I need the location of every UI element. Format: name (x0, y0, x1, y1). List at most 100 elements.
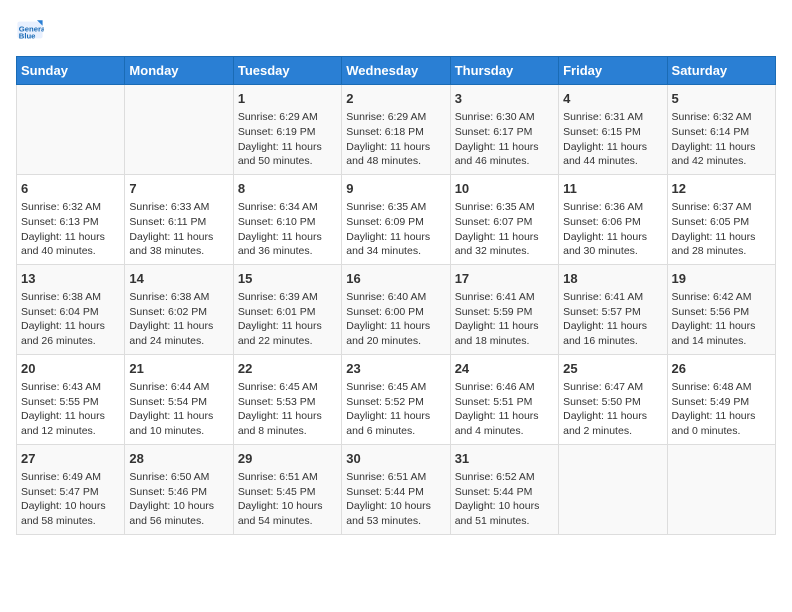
calendar-cell: 28Sunrise: 6:50 AMSunset: 5:46 PMDayligh… (125, 444, 233, 534)
calendar-cell: 21Sunrise: 6:44 AMSunset: 5:54 PMDayligh… (125, 354, 233, 444)
calendar-cell: 12Sunrise: 6:37 AMSunset: 6:05 PMDayligh… (667, 174, 775, 264)
calendar-cell: 31 Sunrise: 6:52 AMSunset: 5:44 PMDayligh… (450, 444, 558, 534)
calendar-cell: 6Sunrise: 6:32 AMSunset: 6:13 PMDaylight… (17, 174, 125, 264)
day-info-line: Sunrise: 6:48 AM (672, 380, 771, 395)
day-number: 31 (455, 450, 554, 468)
day-info-line: Daylight: 11 hours and 20 minutes. (346, 319, 445, 348)
day-number: 12 (672, 180, 771, 198)
day-info-line: Sunrise: 6:35 AM (346, 200, 445, 215)
logo: General Blue (16, 16, 48, 44)
day-info-line: Sunset: 5:45 PM (238, 485, 337, 500)
day-number: 18 (563, 270, 662, 288)
calendar-cell: 15Sunrise: 6:39 AMSunset: 6:01 PMDayligh… (233, 264, 341, 354)
day-info-line: Sunrise: 6:41 AM (455, 290, 554, 305)
day-info-line: Sunset: 6:17 PM (455, 125, 554, 140)
day-info-line: Sunrise: 6:44 AM (129, 380, 228, 395)
day-info-line: Daylight: 10 hours and 58 minutes. (21, 499, 120, 528)
day-info-line: Sunset: 5:56 PM (672, 305, 771, 320)
day-info-line: Daylight: 10 hours and 51 minutes. (455, 499, 554, 528)
calendar-cell: 4Sunrise: 6:31 AMSunset: 6:15 PMDaylight… (559, 85, 667, 175)
calendar-cell: 26Sunrise: 6:48 AMSunset: 5:49 PMDayligh… (667, 354, 775, 444)
day-number: 13 (21, 270, 120, 288)
day-info-line: Sunrise: 6:51 AM (346, 470, 445, 485)
calendar-cell: 17Sunrise: 6:41 AMSunset: 5:59 PMDayligh… (450, 264, 558, 354)
calendar-cell (17, 85, 125, 175)
calendar-cell: 13Sunrise: 6:38 AMSunset: 6:04 PMDayligh… (17, 264, 125, 354)
day-info-line: Sunrise: 6:29 AM (238, 110, 337, 125)
calendar-cell: 16Sunrise: 6:40 AMSunset: 6:00 PMDayligh… (342, 264, 450, 354)
weekday-header-monday: Monday (125, 57, 233, 85)
calendar-cell: 19Sunrise: 6:42 AMSunset: 5:56 PMDayligh… (667, 264, 775, 354)
day-info-line: Daylight: 11 hours and 44 minutes. (563, 140, 662, 169)
day-number: 23 (346, 360, 445, 378)
day-info-line: Sunrise: 6:50 AM (129, 470, 228, 485)
day-info-line: Sunrise: 6:33 AM (129, 200, 228, 215)
header: General Blue (16, 16, 776, 44)
day-info-line: Sunrise: 6:49 AM (21, 470, 120, 485)
day-info-line: Daylight: 11 hours and 50 minutes. (238, 140, 337, 169)
calendar-cell: 24Sunrise: 6:46 AMSunset: 5:51 PMDayligh… (450, 354, 558, 444)
calendar-cell (125, 85, 233, 175)
day-info-line: Sunrise: 6:37 AM (672, 200, 771, 215)
day-info-line: Daylight: 11 hours and 38 minutes. (129, 230, 228, 259)
day-info-line: Daylight: 11 hours and 30 minutes. (563, 230, 662, 259)
calendar-cell: 5Sunrise: 6:32 AMSunset: 6:14 PMDaylight… (667, 85, 775, 175)
day-info-line: Daylight: 11 hours and 46 minutes. (455, 140, 554, 169)
day-info-line: Sunset: 5:51 PM (455, 395, 554, 410)
day-info-line: Sunrise: 6:43 AM (21, 380, 120, 395)
day-info-line: Daylight: 10 hours and 56 minutes. (129, 499, 228, 528)
calendar-cell (559, 444, 667, 534)
day-info-line: Sunrise: 6:45 AM (238, 380, 337, 395)
calendar-week-2: 6Sunrise: 6:32 AMSunset: 6:13 PMDaylight… (17, 174, 776, 264)
calendar-cell: 3Sunrise: 6:30 AMSunset: 6:17 PMDaylight… (450, 85, 558, 175)
weekday-header-tuesday: Tuesday (233, 57, 341, 85)
day-info-line: Sunrise: 6:42 AM (672, 290, 771, 305)
day-info-line: Sunset: 5:46 PM (129, 485, 228, 500)
day-number: 5 (672, 90, 771, 108)
day-info-line: Sunrise: 6:31 AM (563, 110, 662, 125)
day-info-line: Daylight: 11 hours and 12 minutes. (21, 409, 120, 438)
day-info-line: Sunset: 6:01 PM (238, 305, 337, 320)
calendar-cell: 20Sunrise: 6:43 AMSunset: 5:55 PMDayligh… (17, 354, 125, 444)
day-number: 2 (346, 90, 445, 108)
day-info-line: Sunset: 5:44 PM (455, 485, 554, 500)
day-number: 24 (455, 360, 554, 378)
day-number: 9 (346, 180, 445, 198)
day-info-line: Sunset: 6:09 PM (346, 215, 445, 230)
calendar-cell: 18Sunrise: 6:41 AMSunset: 5:57 PMDayligh… (559, 264, 667, 354)
day-info-line: Daylight: 11 hours and 34 minutes. (346, 230, 445, 259)
day-info-line: Sunset: 5:44 PM (346, 485, 445, 500)
calendar-cell: 10Sunrise: 6:35 AMSunset: 6:07 PMDayligh… (450, 174, 558, 264)
day-info-line: Sunset: 5:53 PM (238, 395, 337, 410)
day-info-line: Sunrise: 6:52 AM (455, 470, 554, 485)
calendar-cell (667, 444, 775, 534)
day-info-line: Sunrise: 6:38 AM (21, 290, 120, 305)
day-number: 10 (455, 180, 554, 198)
day-number: 17 (455, 270, 554, 288)
day-info-line: Sunrise: 6:38 AM (129, 290, 228, 305)
day-number: 22 (238, 360, 337, 378)
day-info-line: Sunrise: 6:41 AM (563, 290, 662, 305)
day-info-line: Sunrise: 6:34 AM (238, 200, 337, 215)
day-number: 30 (346, 450, 445, 468)
day-info-line: Sunrise: 6:40 AM (346, 290, 445, 305)
calendar-cell: 11Sunrise: 6:36 AMSunset: 6:06 PMDayligh… (559, 174, 667, 264)
day-info-line: Daylight: 11 hours and 22 minutes. (238, 319, 337, 348)
day-info-line: Sunrise: 6:30 AM (455, 110, 554, 125)
day-info-line: Sunset: 5:54 PM (129, 395, 228, 410)
day-info-line: Daylight: 11 hours and 36 minutes. (238, 230, 337, 259)
day-number: 16 (346, 270, 445, 288)
weekday-header-row: SundayMondayTuesdayWednesdayThursdayFrid… (17, 57, 776, 85)
day-info-line: Sunset: 6:02 PM (129, 305, 228, 320)
day-number: 4 (563, 90, 662, 108)
day-info-line: Daylight: 11 hours and 16 minutes. (563, 319, 662, 348)
day-info-line: Daylight: 10 hours and 54 minutes. (238, 499, 337, 528)
logo-icon: General Blue (16, 16, 44, 44)
day-info-line: Sunset: 5:47 PM (21, 485, 120, 500)
day-info-line: Daylight: 11 hours and 2 minutes. (563, 409, 662, 438)
weekday-header-thursday: Thursday (450, 57, 558, 85)
day-info-line: Daylight: 11 hours and 8 minutes. (238, 409, 337, 438)
day-number: 14 (129, 270, 228, 288)
day-info-line: Daylight: 11 hours and 26 minutes. (21, 319, 120, 348)
day-number: 29 (238, 450, 337, 468)
